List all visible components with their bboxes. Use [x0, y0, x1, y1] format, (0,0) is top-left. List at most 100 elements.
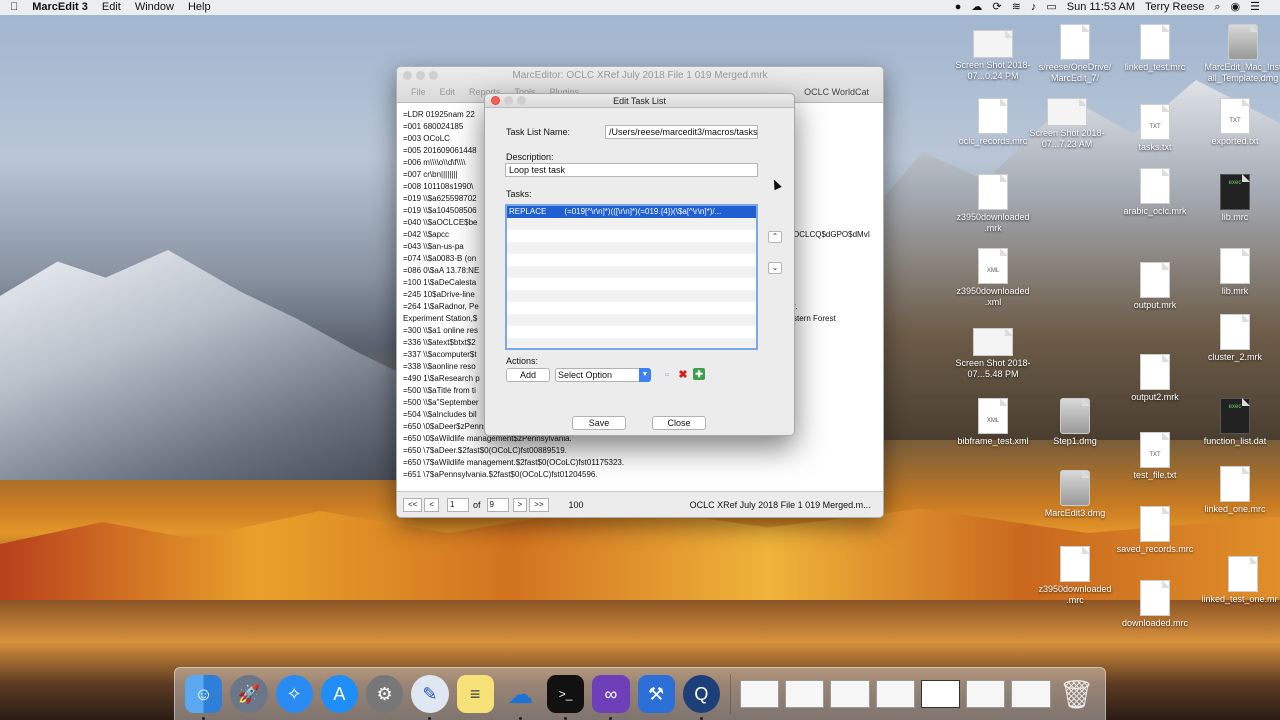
move-down-button[interactable]: ⌄ — [768, 262, 782, 274]
add-task-icon[interactable]: ✚ — [693, 368, 705, 380]
last-page-button[interactable]: >> — [529, 497, 549, 512]
task-row[interactable] — [507, 314, 756, 326]
desktop-file-icon[interactable]: TXT test_file.txt — [1110, 432, 1200, 481]
record-status-icon[interactable]: ● — [955, 0, 962, 15]
task-row[interactable] — [507, 266, 756, 278]
desktop-file-icon[interactable]: Screen Shot 2018-07...7.23 AM — [1022, 98, 1112, 150]
menu-clock[interactable]: Sun 11:53 AM — [1067, 0, 1135, 15]
toolbar-edit[interactable]: Edit — [440, 87, 456, 97]
desktop-file-icon[interactable]: Screen Shot 2018-07...5.48 PM — [948, 328, 1038, 380]
desktop-file-icon[interactable]: MarcEdit_Mac_Inst all_Template.dmg — [1198, 24, 1280, 84]
task-row[interactable] — [507, 326, 756, 338]
notes-icon[interactable]: ≡ — [456, 675, 494, 713]
task-row[interactable] — [507, 230, 756, 242]
tasks-list[interactable]: REPLACE (=019[^\r\n]*)(([\r\n]*)(=019.{4}… — [505, 204, 758, 350]
desktop-file-icon[interactable]: TXT tasks.txt — [1110, 104, 1200, 153]
file-icon — [1140, 580, 1170, 616]
finder-icon[interactable]: ☺ — [185, 675, 223, 720]
battery-icon[interactable]: ▭ — [1046, 0, 1056, 15]
desktop-file-icon[interactable]: MarcEdit3.dmg — [1030, 470, 1120, 519]
next-page-button[interactable]: > — [512, 497, 528, 512]
desktop-file-icon[interactable]: saved_records.mrc — [1110, 506, 1200, 555]
siri-icon[interactable]: ◉ — [1231, 0, 1241, 15]
trash-icon[interactable]: 🗑 — [1058, 675, 1095, 713]
menu-user[interactable]: Terry Reese — [1145, 0, 1204, 15]
minimized-window-thumbnail[interactable] — [966, 680, 1006, 708]
task-row[interactable] — [507, 302, 756, 314]
task-list-name-input[interactable]: /Users/reese/marcedit3/macros/tasksfile-… — [605, 125, 758, 139]
dialog-close-icon[interactable] — [491, 96, 500, 105]
minimized-window-thumbnail[interactable] — [830, 680, 870, 708]
wifi-icon[interactable]: ≋ — [1012, 0, 1021, 15]
minimized-window-thumbnail[interactable] — [1011, 680, 1051, 708]
system-preferences-icon[interactable]: ⚙ — [366, 675, 404, 713]
minimized-window-thumbnail[interactable] — [875, 680, 915, 708]
desktop-file-icon[interactable]: TXT exported.txt — [1190, 98, 1280, 147]
notification-center-icon[interactable]: ☰ — [1250, 0, 1260, 15]
desktop-file-icon[interactable]: exec lib.mrc — [1190, 174, 1280, 223]
minimized-window-thumbnail[interactable] — [785, 680, 825, 708]
save-button[interactable]: Save — [572, 416, 626, 430]
sync-icon[interactable]: ⟳ — [992, 0, 1001, 15]
onedrive-icon[interactable]: ☁ — [502, 675, 539, 720]
task-row[interactable] — [507, 290, 756, 302]
visual-studio-icon[interactable]: ∞ — [592, 675, 630, 720]
action-select[interactable]: Select Option ▼ — [555, 368, 651, 382]
launchpad-icon[interactable]: 🚀 — [230, 675, 268, 713]
task-row[interactable] — [507, 218, 756, 230]
spotlight-icon[interactable]: ⌕ — [1214, 0, 1220, 15]
desktop-file-icon[interactable]: arabic_oclc.mrk — [1110, 168, 1200, 217]
desktop-file-icon[interactable]: z3950downloaded .mrk — [948, 174, 1038, 234]
minimized-window-thumbnail[interactable] — [920, 680, 961, 708]
desktop-file-icon[interactable]: Step1.dmg — [1030, 398, 1120, 447]
app-store-icon[interactable]: A — [320, 675, 358, 713]
page-total-field[interactable]: 9 — [486, 497, 509, 512]
desktop-file-icon[interactable]: z3950downloaded .mrc — [1030, 546, 1120, 606]
desktop-file-icon[interactable]: output2.mrk — [1110, 354, 1200, 403]
marcedit-icon[interactable]: ✎ — [411, 675, 449, 720]
task-row[interactable] — [507, 254, 756, 266]
safari-icon[interactable]: ✧ — [275, 675, 313, 713]
quicktime-icon[interactable]: Q — [682, 675, 720, 720]
xcode-icon[interactable]: ⚒ — [637, 675, 675, 713]
add-button[interactable]: Add — [506, 368, 550, 382]
minimized-window-thumbnail[interactable] — [739, 680, 780, 708]
menu-window[interactable]: Window — [135, 0, 174, 15]
menu-app-name[interactable]: MarcEdit 3 — [32, 0, 88, 15]
edit-task-list-dialog[interactable]: Edit Task List Task List Name: /Users/re… — [484, 93, 795, 436]
editor-statusbar: << < 1 of 9 > >> 100 OCLC XRef July 2018… — [397, 491, 883, 517]
desktop-file-icon[interactable]: linked_test.mrc — [1110, 24, 1200, 73]
desktop-file-icon[interactable]: Screen Shot 2018-07...0.24 PM — [948, 30, 1038, 82]
desktop-file-icon[interactable]: exec function_list.dat — [1190, 398, 1280, 447]
move-up-button[interactable]: ⌃ — [768, 231, 782, 243]
toolbar-file[interactable]: File — [411, 87, 426, 97]
toolbar-oclc-worldcat[interactable]: OCLC WorldCat — [804, 87, 869, 97]
prev-page-button[interactable]: < — [424, 497, 440, 512]
cloud-icon[interactable]: ☁ — [971, 0, 982, 15]
desktop-file-icon[interactable]: cluster_2.mrk — [1190, 314, 1280, 363]
volume-icon[interactable]: ♪ — [1031, 0, 1037, 15]
edit-task-icon[interactable]: ▫ — [661, 369, 673, 381]
task-row[interactable] — [507, 242, 756, 254]
task-row[interactable] — [507, 338, 756, 348]
desktop-file-icon[interactable]: s/reese/OneDrive/ MarcEdit_7/ — [1030, 24, 1120, 84]
menu-edit[interactable]: Edit — [102, 0, 121, 15]
apple-menu-icon[interactable]:  — [10, 0, 18, 15]
task-row[interactable] — [507, 278, 756, 290]
desktop-file-icon[interactable]: XML z3950downloaded .xml — [948, 248, 1038, 308]
desktop-file-icon[interactable]: output.mrk — [1110, 262, 1200, 311]
description-input[interactable]: Loop test task — [505, 163, 758, 177]
page-number-field[interactable]: 1 — [447, 497, 470, 512]
dialog-titlebar[interactable]: Edit Task List — [485, 94, 794, 108]
task-row[interactable]: REPLACE (=019[^\r\n]*)(([\r\n]*)(=019.{4}… — [507, 206, 756, 218]
desktop-file-icon[interactable]: downloaded.mrc — [1110, 580, 1200, 629]
desktop-file-icon[interactable]: lib.mrk — [1190, 248, 1280, 297]
close-button[interactable]: Close — [652, 416, 706, 430]
menu-help[interactable]: Help — [188, 0, 211, 15]
first-page-button[interactable]: << — [403, 497, 423, 512]
desktop-file-icon[interactable]: linked_one.mrc — [1190, 466, 1280, 515]
desktop-file-icon[interactable]: linked_test_one.mr k — [1198, 556, 1280, 605]
terminal-icon[interactable]: >_ — [547, 675, 585, 720]
desktop-file-icon[interactable]: XML bibframe_test.xml — [948, 398, 1038, 447]
delete-task-icon[interactable]: ✖ — [677, 369, 689, 381]
